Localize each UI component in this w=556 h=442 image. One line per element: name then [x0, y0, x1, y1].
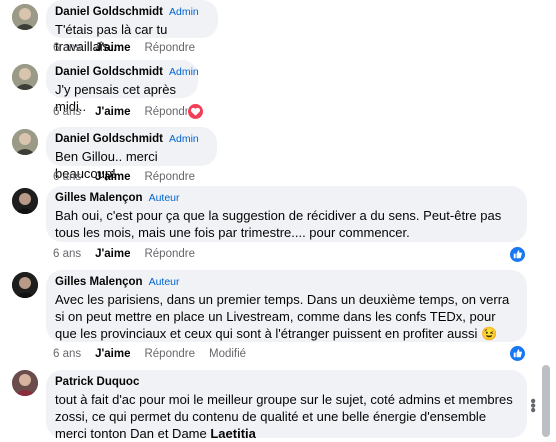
comment-actions: 6 ans J'aime Répondre — [53, 248, 209, 260]
avatar[interactable] — [12, 272, 38, 298]
like-button[interactable]: J'aime — [95, 171, 130, 183]
comment-time[interactable]: 6 ans — [53, 171, 81, 183]
comment-actions: 6 ans J'aime Répondre — [53, 171, 209, 183]
comment-author[interactable]: Patrick Duquoc — [55, 376, 515, 388]
comment-time[interactable]: 6 ans — [53, 348, 81, 360]
comment-text: Avec les parisiens, dans un premier temp… — [55, 292, 510, 341]
comment-bubble: Gilles Malençon Auteur Bah oui, c'est pou… — [46, 186, 527, 242]
comment-time[interactable]: 6 ans — [53, 248, 81, 260]
comment-author[interactable]: Daniel Goldschmidt Admin — [55, 66, 199, 78]
comment-time[interactable]: 6 ans — [53, 42, 81, 54]
admin-badge: Admin — [169, 133, 199, 145]
comment-actions: 6 ans J'aime Répondre — [53, 106, 209, 118]
comment-bubble: Daniel Goldschmidt Admin T'étais pas là c… — [46, 0, 218, 54]
love-icon[interactable] — [187, 103, 204, 120]
comment-bubble: Patrick Duquoc tout à fait d'ac pour moi… — [46, 370, 527, 441]
like-button[interactable]: J'aime — [95, 106, 130, 118]
admin-badge: Admin — [169, 6, 199, 18]
comment-bubble: Daniel Goldschmidt Admin J'y pensais cet … — [46, 60, 199, 114]
admin-badge: Admin — [169, 66, 199, 78]
avatar[interactable] — [12, 64, 38, 90]
reply-button[interactable]: Répondre — [144, 348, 195, 360]
author-badge: Auteur — [148, 276, 180, 288]
like-button[interactable]: J'aime — [95, 42, 130, 54]
scrollbar-thumb[interactable] — [542, 365, 550, 437]
mention-link[interactable]: Laetitia — [210, 426, 256, 441]
like-button[interactable]: J'aime — [95, 248, 130, 260]
comment-bubble: Daniel Goldschmidt Admin Ben Gillou.. mer… — [46, 127, 217, 181]
comment-author[interactable]: Gilles Malençon Auteur — [55, 276, 515, 288]
comment-text: tout à fait d'ac pour moi le meilleur gr… — [55, 392, 513, 441]
avatar[interactable] — [12, 370, 38, 396]
comment-bubble: Gilles Malençon Auteur Avec les parisiens… — [46, 270, 527, 342]
avatar[interactable] — [12, 129, 38, 155]
like-icon[interactable] — [509, 246, 526, 263]
comment-author[interactable]: Daniel Goldschmidt Admin — [55, 6, 206, 18]
comment-text: Bah oui, c'est pour ça que la suggestion… — [55, 208, 502, 240]
comment-time[interactable]: 6 ans — [53, 106, 81, 118]
reply-button[interactable]: Répondre — [144, 42, 195, 54]
reply-button[interactable]: Répondre — [144, 248, 195, 260]
comment-author[interactable]: Gilles Malençon Auteur — [55, 192, 515, 204]
avatar[interactable] — [12, 4, 38, 30]
like-button[interactable]: J'aime — [95, 348, 130, 360]
avatar[interactable] — [12, 188, 38, 214]
comment-actions: 6 ans J'aime Répondre Modifié — [53, 348, 260, 360]
author-badge: Auteur — [148, 192, 180, 204]
comment-actions: 6 ans J'aime Répondre — [53, 42, 209, 54]
reply-button[interactable]: Répondre — [144, 171, 195, 183]
edited-label: Modifié — [209, 348, 247, 360]
comment-author[interactable]: Daniel Goldschmidt Admin — [55, 133, 205, 145]
like-icon[interactable] — [509, 345, 526, 362]
scrollbar[interactable] — [536, 0, 556, 440]
